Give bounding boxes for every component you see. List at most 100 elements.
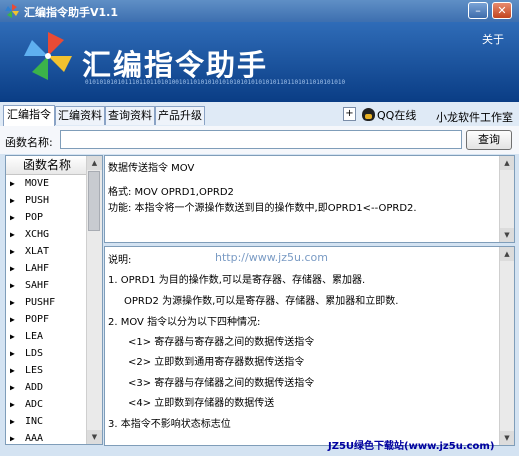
list-item[interactable]: ▶ MOVE (6, 175, 88, 192)
scroll-thumb[interactable] (88, 171, 100, 231)
list-item[interactable]: ▶ XLAT (6, 243, 88, 260)
list-item[interactable]: ▶ POPF (6, 311, 88, 328)
expand-arrow-icon[interactable]: ▶ (10, 277, 15, 294)
scroll-down-icon[interactable]: ▼ (87, 430, 102, 444)
tab-query-materials[interactable]: 查询资料 (105, 106, 155, 125)
list-item[interactable]: ▶ LEA (6, 328, 88, 345)
banner-binary-text: 0101010101011101101101010010110101010101… (85, 79, 346, 86)
scroll-down-icon[interactable]: ▼ (500, 228, 514, 242)
footer-site-label: JZ5U绿色下载站(www.jz5u.com) (328, 441, 495, 452)
list-item[interactable]: ▶ LAHF (6, 260, 88, 277)
close-button[interactable]: ✕ (492, 2, 512, 19)
tab-asm-instructions[interactable]: 汇编指令 (3, 105, 55, 126)
list-item-label: INC (25, 416, 44, 427)
expand-arrow-icon[interactable]: ▶ (10, 311, 15, 328)
list-item-label: MOVE (25, 178, 50, 189)
list-item-label: PUSH (25, 195, 50, 206)
expand-arrow-icon[interactable]: ▶ (10, 260, 15, 277)
scroll-up-icon[interactable]: ▲ (500, 156, 514, 170)
notes-line: 说明: (108, 255, 132, 266)
list-item[interactable]: ▶ AAA (6, 430, 88, 444)
watermark-text: http://www.jz5u.com (215, 251, 328, 264)
qq-online-label: QQ在线 (377, 109, 417, 122)
tab-product-upgrade[interactable]: 产品升级 (155, 106, 205, 125)
detail-function: 功能: 本指令将一个源操作数送到目的操作数中,即OPRD1<--OPRD2. (108, 203, 417, 214)
list-item[interactable]: ▶ INC (6, 413, 88, 430)
expand-arrow-icon[interactable]: ▶ (10, 345, 15, 362)
banner-title: 汇编指令助手 (82, 48, 269, 82)
notes-line: <1> 寄存器与寄存器之间的数据传送指令 (128, 337, 315, 348)
function-list-header[interactable]: 函数名称 (6, 156, 88, 175)
expand-arrow-icon[interactable]: ▶ (10, 328, 15, 345)
list-item-label: PUSHF (25, 297, 56, 308)
list-item-label: LEA (25, 331, 44, 342)
app-banner: 汇编指令助手 010101010101110110110101001011010… (0, 22, 519, 102)
expand-arrow-icon[interactable]: ▶ (10, 209, 15, 226)
notes-line: <3> 寄存器与存储器之间的数据传送指令 (128, 378, 315, 389)
search-label: 函数名称: (5, 136, 53, 149)
list-item-label: XCHG (25, 229, 50, 240)
list-item[interactable]: ▶ POP (6, 209, 88, 226)
expand-arrow-icon[interactable]: ▶ (10, 294, 15, 311)
detail-scrollbar[interactable]: ▲ ▼ (499, 156, 514, 242)
list-item-label: SAHF (25, 280, 50, 291)
expand-arrow-icon[interactable]: ▶ (10, 226, 15, 243)
list-item[interactable]: ▶ PUSH (6, 192, 88, 209)
expand-arrow-icon[interactable]: ▶ (10, 175, 15, 192)
notes-line: 3. 本指令不影响状态标志位 (108, 419, 231, 430)
instruction-detail[interactable]: 数据传送指令 MOV 格式: MOV OPRD1,OPRD2 功能: 本指令将一… (104, 155, 515, 243)
minimize-button[interactable]: – (468, 2, 488, 19)
list-item-label: XLAT (25, 246, 50, 257)
list-item[interactable]: ▶ LES (6, 362, 88, 379)
search-button[interactable]: 查询 (466, 130, 512, 150)
pinwheel-logo-icon (24, 32, 72, 80)
list-item-label: ADC (25, 399, 44, 410)
list-item-label: ADD (25, 382, 44, 393)
function-list: 函数名称 ▶ MOVE ▶ PUSH ▶ POP ▶ XCHG ▶ XLAT ▶ LAHF ▶ SAHF ▶… (5, 155, 103, 445)
expand-arrow-icon[interactable]: ▶ (10, 243, 15, 260)
plus-button[interactable]: + (343, 107, 356, 121)
notes-line: 1. OPRD1 为目的操作数,可以是寄存器、存储器、累加器. (108, 275, 366, 286)
scroll-up-icon[interactable]: ▲ (87, 156, 102, 170)
qq-penguin-icon (362, 108, 375, 121)
notes-line: <2> 立即数到通用寄存器数据传送指令 (128, 357, 305, 368)
expand-arrow-icon[interactable]: ▶ (10, 396, 15, 413)
list-item[interactable]: ▶ LDS (6, 345, 88, 362)
app-logo-icon (5, 4, 19, 18)
list-item[interactable]: ▶ SAHF (6, 277, 88, 294)
notes-line: OPRD2 为源操作数,可以是寄存器、存储器、累加器和立即数. (124, 296, 399, 307)
list-item-label: LDS (25, 348, 44, 359)
expand-arrow-icon[interactable]: ▶ (10, 362, 15, 379)
function-list-scrollbar[interactable]: ▲ ▼ (86, 156, 102, 444)
list-item[interactable]: ▶ ADC (6, 396, 88, 413)
list-item-label: AAA (25, 433, 44, 444)
list-item-label: LES (25, 365, 44, 376)
expand-arrow-icon[interactable]: ▶ (10, 430, 15, 444)
notes-line: 2. MOV 指令以分为以下四种情况: (108, 317, 261, 328)
title-bar: 汇编指令助手V1.1 – ✕ (0, 0, 519, 22)
notes-scrollbar[interactable]: ▲ ▼ (499, 247, 514, 445)
scroll-up-icon[interactable]: ▲ (500, 247, 514, 261)
about-link[interactable]: 关于 (482, 31, 504, 47)
expand-arrow-icon[interactable]: ▶ (10, 413, 15, 430)
list-item[interactable]: ▶ XCHG (6, 226, 88, 243)
studio-link[interactable]: 小龙软件工作室 (436, 109, 513, 125)
expand-arrow-icon[interactable]: ▶ (10, 192, 15, 209)
list-item[interactable]: ▶ ADD (6, 379, 88, 396)
instruction-notes[interactable]: 说明: 1. OPRD1 为目的操作数,可以是寄存器、存储器、累加器. OPRD… (104, 246, 515, 446)
list-item-label: POPF (25, 314, 50, 325)
search-row: 函数名称: 查询 (0, 126, 519, 154)
tab-asm-materials[interactable]: 汇编资料 (55, 106, 105, 125)
search-input[interactable] (60, 130, 462, 149)
scroll-down-icon[interactable]: ▼ (500, 431, 514, 445)
tab-bar: 汇编指令 汇编资料 查询资料 产品升级 + QQ在线 小龙软件工作室 (0, 102, 519, 127)
detail-title: 数据传送指令 MOV (108, 163, 195, 174)
list-item-label: LAHF (25, 263, 50, 274)
list-item[interactable]: ▶ PUSHF (6, 294, 88, 311)
list-item-label: POP (25, 212, 44, 223)
qq-online-link[interactable]: QQ在线 (362, 107, 416, 123)
notes-line: <4> 立即数到存储器的数据传送 (128, 398, 275, 409)
detail-format: 格式: MOV OPRD1,OPRD2 (108, 187, 234, 198)
expand-arrow-icon[interactable]: ▶ (10, 379, 15, 396)
window-title: 汇编指令助手V1.1 (24, 6, 118, 19)
